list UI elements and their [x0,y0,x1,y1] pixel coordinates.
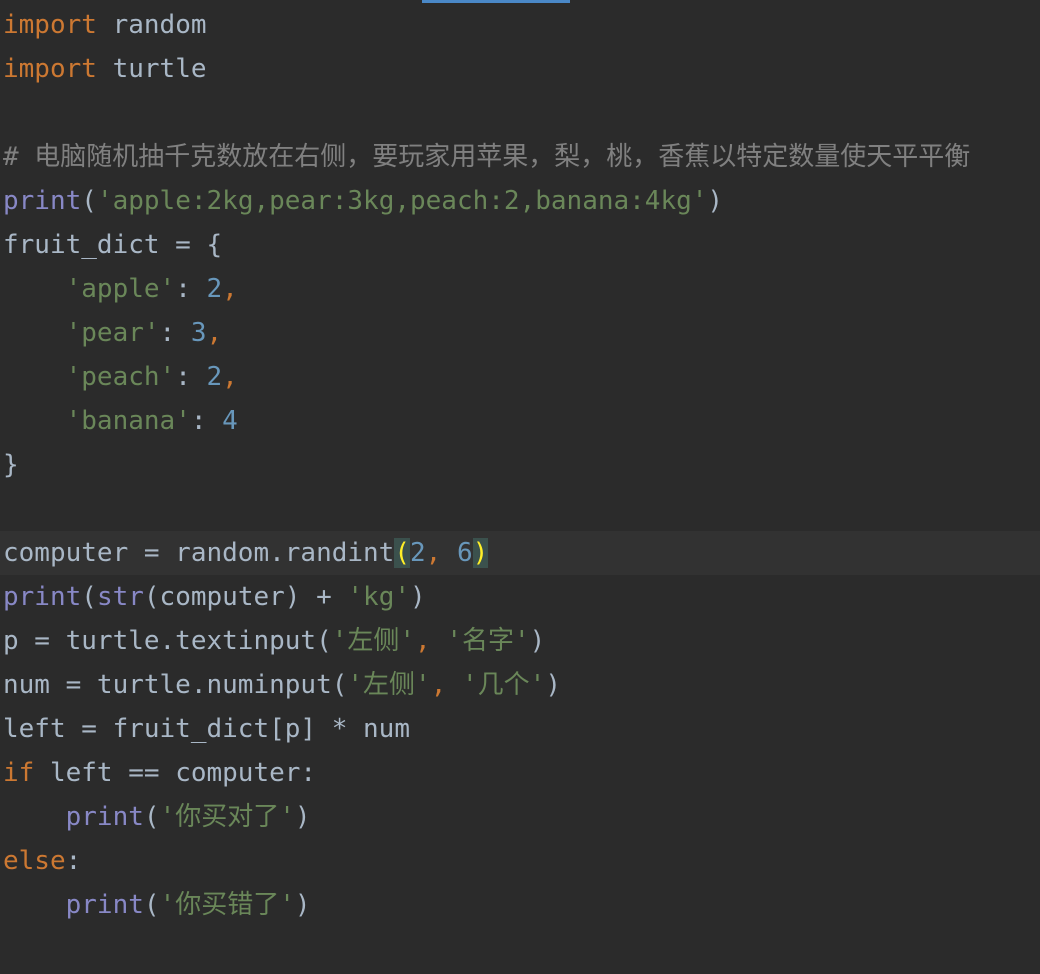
code-token: , [425,538,457,568]
code-token: fruit_dict = { [3,230,223,260]
code-token: 'apple' [65,274,176,304]
code-line[interactable]: computer = random.randint(2, 6) [0,531,1040,575]
code-token: 4 [222,406,238,436]
code-token: str [96,582,144,612]
code-token: 'banana' [65,406,191,436]
code-token: p = turtle.textinput( [3,626,332,656]
code-token: 'pear' [65,318,160,348]
code-line[interactable]: print('apple:2kg,pear:3kg,peach:2,banana… [0,179,1040,223]
code-line[interactable] [0,487,1040,531]
code-line[interactable]: print('你买对了') [0,795,1040,839]
code-line[interactable]: # 电脑随机抽千克数放在右侧，要玩家用苹果，梨，桃，香蕉以特定数量使天平平衡 [0,135,1040,179]
code-token: ) [294,890,311,920]
code-token: ( [143,802,160,832]
code-token: print [65,802,144,832]
code-token: : [65,846,82,876]
code-token: : [175,362,207,392]
code-token: import [3,54,97,84]
code-token: (computer) + [143,582,348,612]
code-token: : [190,406,223,436]
code-token: 'kg' [347,582,411,612]
code-token: 'apple:2kg,pear:3kg,peach:2,banana:4kg' [96,186,708,216]
code-token: random [96,10,207,40]
code-token: 3 [190,318,207,348]
code-token: '几个' [462,670,546,700]
code-token: , [222,274,238,304]
code-token: '左侧' [347,670,431,700]
code-token: computer = random.randint [3,538,395,568]
code-token: ) [410,582,426,612]
code-token: , [430,670,462,700]
code-token: 2 [206,274,223,304]
code-line[interactable]: p = turtle.textinput('左侧', '名字') [0,619,1040,663]
code-token: '你买对了' [159,802,295,832]
code-token: : [159,318,191,348]
code-token: , [415,626,447,656]
code-token: 'peach' [65,362,176,392]
code-token: import [3,10,97,40]
code-token: '左侧' [331,626,416,656]
code-token: '名字' [446,626,530,656]
code-line[interactable]: import turtle [0,47,1040,91]
code-line[interactable]: import random [0,3,1040,47]
code-token: 2 [206,362,223,392]
code-token: ) [472,538,489,568]
code-line[interactable]: 'apple': 2, [0,267,1040,311]
code-token: ( [394,538,410,568]
code-token: ) [545,670,561,700]
code-token: turtle [96,54,207,84]
code-token: ) [294,802,311,832]
code-line[interactable]: } [0,443,1040,487]
code-token: ( [81,186,97,216]
code-token: 6 [456,538,473,568]
code-token: print [3,582,82,612]
code-token: else [3,846,66,876]
code-token: ) [529,626,546,656]
code-token: left == computer: [34,758,317,788]
code-token: 2 [410,538,426,568]
code-token: print [65,890,144,920]
code-token: : [175,274,207,304]
code-token: , [222,362,238,392]
code-token: print [3,186,82,216]
code-token: ) [707,186,724,216]
code-token: # 电脑随机抽千克数放在右侧，要玩家用苹果，梨，桃，香蕉以特定数量使天平平衡 [3,142,971,172]
code-line[interactable]: num = turtle.numinput('左侧', '几个') [0,663,1040,707]
code-token: , [206,318,223,348]
code-line[interactable]: left = fruit_dict[p] * num [0,707,1040,751]
code-token: left = fruit_dict[p] * num [3,714,410,744]
code-token: num = turtle.numinput( [3,670,348,700]
code-token: '你买错了' [159,890,295,920]
code-line[interactable] [0,91,1040,135]
code-line[interactable]: 'banana': 4 [0,399,1040,443]
code-line[interactable]: print('你买错了') [0,883,1040,927]
code-line[interactable]: else: [0,839,1040,883]
code-line[interactable]: if left == computer: [0,751,1040,795]
code-editor[interactable]: import random import turtle # 电脑随机抽千克数放在右侧… [0,0,1040,974]
code-line[interactable]: print(str(computer) + 'kg') [0,575,1040,619]
code-token: ( [143,890,160,920]
code-line[interactable]: 'pear': 3, [0,311,1040,355]
code-line[interactable]: 'peach': 2, [0,355,1040,399]
code-line[interactable]: fruit_dict = { [0,223,1040,267]
code-token: ( [81,582,97,612]
code-token: if [3,758,35,788]
code-token: } [3,450,19,480]
code-area[interactable]: import random import turtle # 电脑随机抽千克数放在右侧… [0,3,1040,927]
